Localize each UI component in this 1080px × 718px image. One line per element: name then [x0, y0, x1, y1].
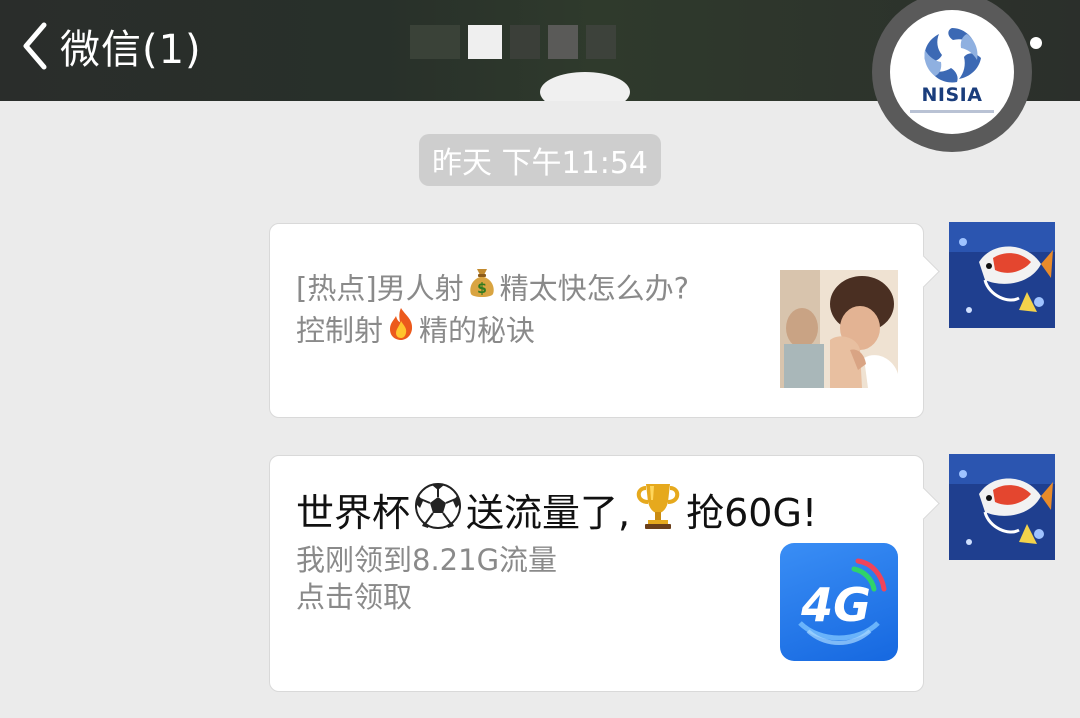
chat-title-obscured — [410, 20, 640, 64]
trophy-icon — [630, 484, 686, 545]
desc-line-2: 控制射 精的秘诀 — [296, 308, 756, 354]
avatar[interactable] — [949, 222, 1055, 328]
back-label: 微信(1) — [60, 27, 202, 73]
link-card-message[interactable]: 世界杯 送流量了, 抢60G! 我刚领到8.21G流量 点击领取 4G — [269, 455, 940, 692]
chevron-left-icon — [23, 22, 47, 70]
desc-line-1: 我刚领到8.21G流量 — [296, 543, 558, 577]
watermark-subtext — [910, 110, 994, 113]
svg-text:4G: 4G — [800, 578, 871, 632]
more-options-icon[interactable] — [1030, 37, 1042, 49]
fire-icon — [383, 308, 419, 354]
money-bag-icon: $ — [464, 269, 500, 311]
soccer-ball-icon — [410, 483, 466, 544]
message-timestamp: 昨天 下午11:54 — [419, 134, 661, 186]
desc-line-2: 点击领取 — [296, 580, 413, 614]
article-thumbnail — [780, 270, 898, 388]
back-button[interactable]: 微信(1) — [22, 18, 202, 74]
link-card-message[interactable]: [热点]男人射 $ 精太快怎么办? 控制射 精的秘诀 — [269, 223, 940, 418]
nisia-emblem-icon — [924, 28, 981, 83]
watermark-text: NISIA — [921, 84, 983, 106]
card-description: 我刚领到8.21G流量 点击领取 — [296, 542, 756, 616]
desc-line-1: [热点]男人射 $ 精太快怎么办? — [296, 269, 756, 311]
avatar[interactable] — [949, 454, 1055, 560]
card-description: [热点]男人射 $ 精太快怎么办? 控制射 精的秘诀 — [296, 269, 756, 354]
card-title: 世界杯 送流量了, 抢60G! — [296, 482, 817, 545]
4g-app-icon: 4G — [780, 543, 898, 661]
watermark-logo: NISIA — [872, 0, 1032, 152]
svg-text:$: $ — [477, 281, 487, 297]
obscured-shape — [540, 72, 630, 101]
